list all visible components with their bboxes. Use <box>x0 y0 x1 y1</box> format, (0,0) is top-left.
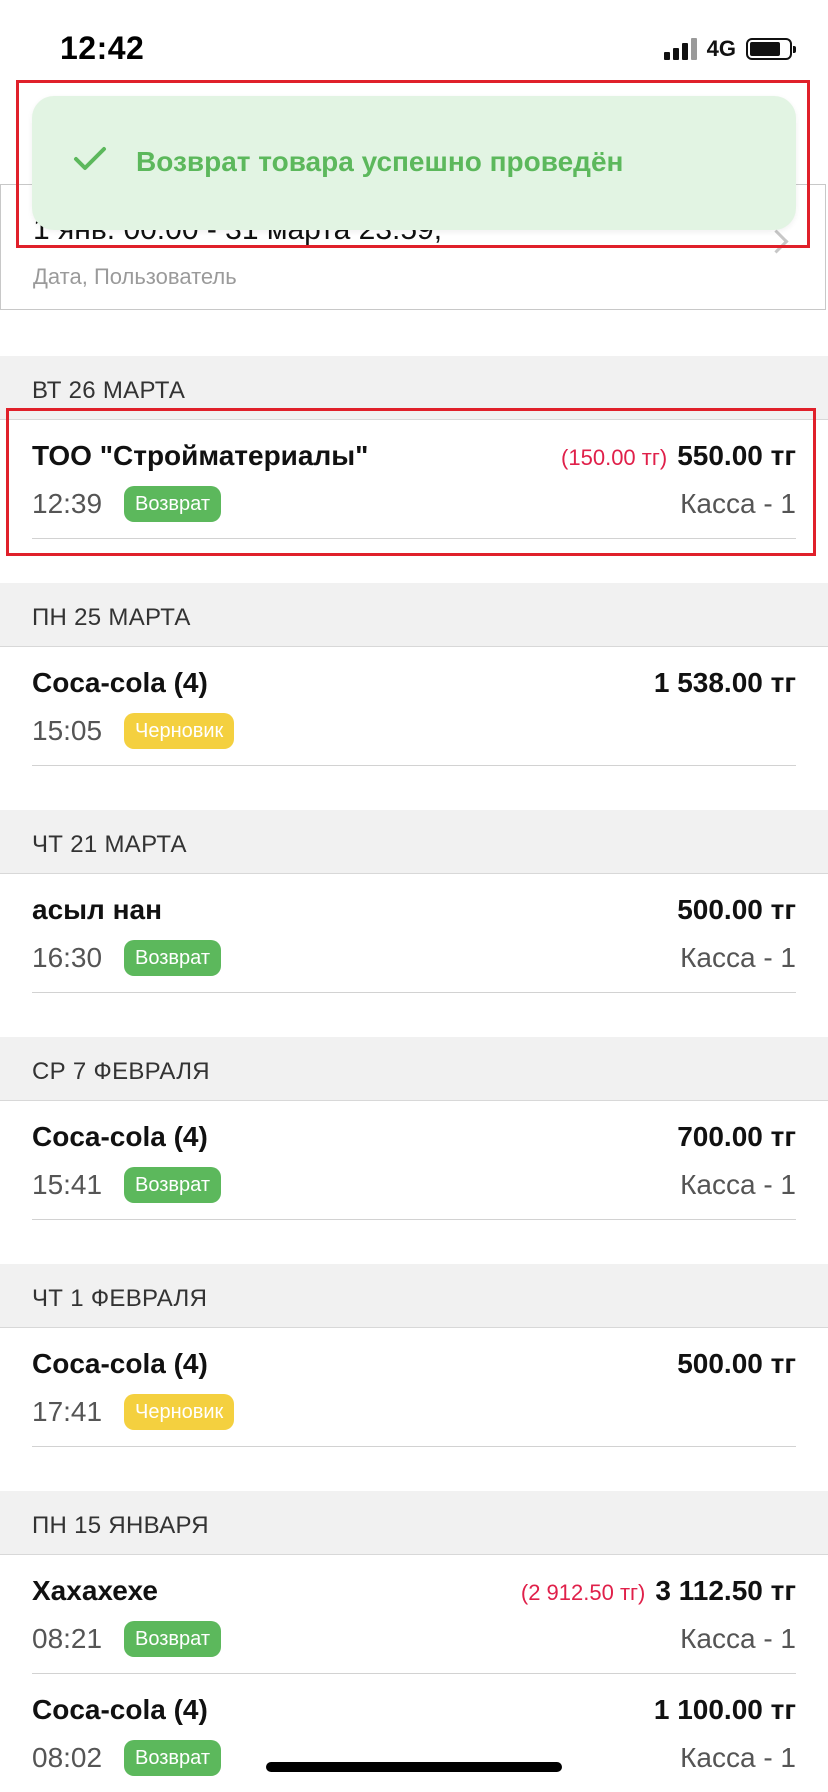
row-time: 08:02 <box>32 1742 103 1773</box>
transaction-row[interactable]: Coca-cola (4) 15:41 Возврат 700.00 тг Ка… <box>32 1101 796 1220</box>
section-header: ПН 25 МАРТА <box>0 583 828 647</box>
row-amounts: 1 100.00 тг <box>654 1694 796 1726</box>
status-badge: Возврат <box>124 1167 221 1203</box>
row-amounts: (2 912.50 тг) 3 112.50 тг <box>521 1575 796 1607</box>
row-amount: 500.00 тг <box>677 1348 796 1379</box>
status-badge: Возврат <box>124 486 221 522</box>
row-name: Coca-cola (4) <box>32 1694 208 1725</box>
home-indicator[interactable] <box>266 1762 562 1772</box>
row-name: ТОО "Стройматериалы" <box>32 440 369 471</box>
row-amount: 700.00 тг <box>677 1121 796 1152</box>
success-toast[interactable]: Возврат товара успешно проведён <box>32 96 796 230</box>
transaction-row[interactable]: Coca-cola (4) 15:05 Черновик 1 538.00 тг <box>32 647 796 766</box>
row-diff: (150.00 тг) <box>561 445 668 470</box>
section-header: ВТ 26 МАРТА <box>0 356 828 420</box>
status-badge: Черновик <box>124 713 235 749</box>
status-badge: Черновик <box>124 1394 235 1430</box>
transactions-list: ВТ 26 МАРТА ТОО "Стройматериалы" 12:39 В… <box>0 356 828 1792</box>
transaction-row[interactable]: Хахахехе 08:21 Возврат (2 912.50 тг) 3 1… <box>32 1555 796 1674</box>
checkmark-icon <box>74 147 106 170</box>
signal-icon <box>663 38 697 60</box>
row-register: Касса - 1 <box>680 942 796 973</box>
row-amount: 3 112.50 тг <box>655 1575 796 1606</box>
status-badge: Возврат <box>124 1740 221 1776</box>
row-amounts: 1 538.00 тг <box>654 667 796 699</box>
row-amounts: 500.00 тг <box>677 894 796 926</box>
row-time: 15:41 <box>32 1169 103 1200</box>
transaction-row[interactable]: асыл нан 16:30 Возврат 500.00 тг Касса -… <box>32 874 796 993</box>
row-amounts: 700.00 тг <box>677 1121 796 1153</box>
row-name: Хахахехе <box>32 1575 158 1606</box>
status-time: 12:42 <box>60 30 145 66</box>
row-diff: (2 912.50 тг) <box>520 1580 646 1605</box>
row-name: асыл нан <box>32 894 163 925</box>
row-time: 12:39 <box>32 488 103 519</box>
section-header: ЧТ 21 МАРТА <box>0 810 828 874</box>
row-time: 08:21 <box>32 1623 103 1654</box>
section-header: ПН 15 ЯНВАРЯ <box>0 1491 828 1555</box>
row-time: 15:05 <box>32 715 103 746</box>
row-name: Coca-cola (4) <box>32 1348 208 1379</box>
row-amount: 550.00 тг <box>677 440 796 471</box>
row-register: Касса - 1 <box>680 1623 796 1654</box>
section-header: СР 7 ФЕВРАЛЯ <box>0 1037 828 1101</box>
row-amounts: 500.00 тг <box>677 1348 796 1380</box>
row-register: Касса - 1 <box>680 488 796 519</box>
row-name: Coca-cola (4) <box>32 667 208 698</box>
row-register: Касса - 1 <box>680 1169 796 1200</box>
row-register: Касса - 1 <box>680 1742 796 1773</box>
status-bar: 12:42 4G <box>0 0 828 96</box>
transaction-row[interactable]: ТОО "Стройматериалы" 12:39 Возврат (150.… <box>32 420 796 539</box>
transaction-row[interactable]: Coca-cola (4) 08:02 Возврат 1 100.00 тг … <box>32 1674 796 1792</box>
row-amount: 1 538.00 тг <box>653 667 796 698</box>
status-icons: 4G <box>663 36 796 62</box>
row-time: 17:41 <box>32 1396 103 1427</box>
status-badge: Возврат <box>124 940 221 976</box>
network-label: 4G <box>706 36 736 61</box>
filter-label: Дата, Пользователь <box>33 264 237 289</box>
battery-icon <box>746 38 796 60</box>
row-amount: 1 100.00 тг <box>653 1694 796 1725</box>
transaction-row[interactable]: Coca-cola (4) 17:41 Черновик 500.00 тг <box>32 1328 796 1447</box>
row-amount: 500.00 тг <box>677 894 796 925</box>
row-amounts: (150.00 тг) 550.00 тг <box>561 440 796 472</box>
toast-message: Возврат товара успешно проведён <box>136 146 624 177</box>
row-name: Coca-cola (4) <box>32 1121 208 1152</box>
status-badge: Возврат <box>124 1621 221 1657</box>
row-time: 16:30 <box>32 942 103 973</box>
section-header: ЧТ 1 ФЕВРАЛЯ <box>0 1264 828 1328</box>
chevron-right-icon <box>764 229 789 254</box>
